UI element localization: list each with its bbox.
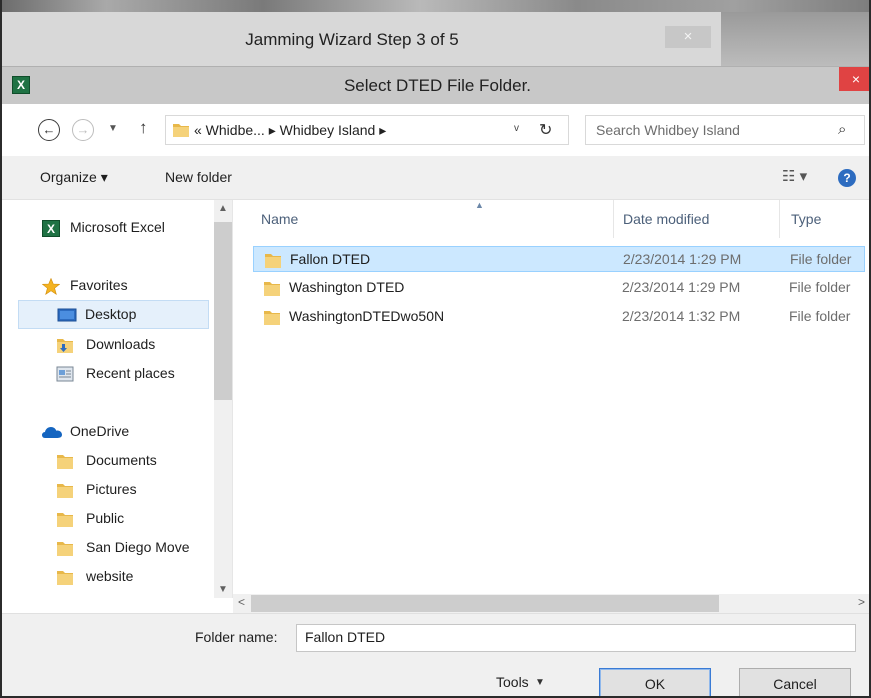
file-date: 2/23/2014 1:32 PM xyxy=(622,308,741,324)
navigation-pane: ▲ ▼ X Microsoft Excel Favorites Desktop … xyxy=(2,200,233,598)
wizard-title: Jamming Wizard Step 3 of 5 xyxy=(245,30,459,49)
nav-item-label: Desktop xyxy=(85,306,137,322)
nav-item-label: website xyxy=(86,568,134,584)
folder-name-label: Folder name: xyxy=(195,629,278,645)
nav-item-pictures[interactable]: Pictures xyxy=(2,476,214,505)
background-strip xyxy=(2,0,869,12)
tools-button[interactable]: Tools xyxy=(496,674,529,690)
folder-icon xyxy=(56,540,74,557)
nav-item-public[interactable]: Public xyxy=(2,505,214,534)
new-folder-button[interactable]: New folder xyxy=(165,169,232,185)
nav-scrollbar-thumb[interactable] xyxy=(214,222,232,400)
folder-icon xyxy=(263,309,281,326)
file-list: ▲ Name Date modified Type Fallon DTED 2/… xyxy=(233,200,869,580)
column-header-type[interactable]: Type xyxy=(791,211,821,227)
file-type: File folder xyxy=(789,308,851,324)
star-icon xyxy=(42,278,60,295)
downloads-icon xyxy=(56,337,74,354)
onedrive-icon xyxy=(42,424,62,441)
organize-button[interactable]: Organize ▾ xyxy=(40,169,108,186)
dialog-footer: Folder name: Fallon DTED Tools ▼ OK Canc… xyxy=(2,613,869,696)
nav-item-label: San Diego Move xyxy=(86,539,190,555)
file-name: Washington DTED xyxy=(289,279,405,295)
excel-icon: X xyxy=(12,76,30,94)
recent-locations-dropdown[interactable]: ▼ xyxy=(108,123,118,134)
dialog-close-button[interactable]: × xyxy=(839,67,869,91)
nav-item-onedrive[interactable]: OneDrive xyxy=(2,418,214,447)
dialog-window: Jamming Wizard Step 3 of 5 × Select DTED… xyxy=(0,0,871,698)
file-name: Fallon DTED xyxy=(290,251,371,267)
chevron-down-icon[interactable]: ▼ xyxy=(535,677,545,688)
help-icon[interactable]: ? xyxy=(838,169,856,187)
folder-icon xyxy=(263,280,281,297)
folder-icon xyxy=(264,252,282,269)
scroll-down-arrow[interactable]: ▼ xyxy=(218,584,228,595)
nav-item-san-diego-move[interactable]: San Diego Move xyxy=(2,534,214,563)
horizontal-scrollbar-thumb[interactable] xyxy=(251,595,719,612)
folder-name-input[interactable]: Fallon DTED xyxy=(296,624,856,652)
nav-item-desktop[interactable]: Desktop xyxy=(18,300,209,329)
nav-item-downloads[interactable]: Downloads xyxy=(2,331,214,360)
dialog-title-bar: Select DTED File Folder. X × xyxy=(2,66,869,104)
nav-item-label: Documents xyxy=(86,452,157,468)
column-divider[interactable] xyxy=(613,200,614,238)
nav-item-label: Downloads xyxy=(86,336,156,352)
nav-item-label: Microsoft Excel xyxy=(70,219,165,235)
recent-places-icon xyxy=(56,366,74,383)
file-row[interactable]: Washington DTED 2/23/2014 1:29 PM File f… xyxy=(253,275,865,301)
nav-item-website[interactable]: website xyxy=(2,563,214,592)
sort-ascending-icon: ▲ xyxy=(475,200,484,210)
column-divider[interactable] xyxy=(779,200,780,238)
file-date: 2/23/2014 1:29 PM xyxy=(622,279,741,295)
folder-icon xyxy=(56,569,74,586)
nav-item-recent-places[interactable]: Recent places xyxy=(2,360,214,389)
back-button[interactable]: ← xyxy=(38,119,60,141)
file-row[interactable]: WashingtonDTEDwo50N 2/23/2014 1:32 PM Fi… xyxy=(253,304,865,330)
wizard-close-button[interactable]: × xyxy=(665,26,711,48)
search-placeholder: Search Whidbey Island xyxy=(596,122,740,138)
search-input[interactable]: Search Whidbey Island ⌕ xyxy=(585,115,865,145)
address-row: ← → ▼ ↑ « Whidbe... ▸ Whidbey Island ▸ v… xyxy=(2,104,869,156)
file-name: WashingtonDTEDwo50N xyxy=(289,308,445,324)
nav-item-documents[interactable]: Documents xyxy=(2,447,214,476)
wizard-title-bar: Jamming Wizard Step 3 of 5 × xyxy=(2,0,869,66)
file-type: File folder xyxy=(789,279,851,295)
background-window xyxy=(721,12,869,66)
nav-item-microsoft-excel[interactable]: X Microsoft Excel xyxy=(2,214,214,243)
view-options-button[interactable]: ☷ ▾ xyxy=(782,167,807,185)
breadcrumb[interactable]: « Whidbe... ▸ Whidbey Island ▸ xyxy=(194,122,386,139)
scroll-up-arrow[interactable]: ▲ xyxy=(218,203,228,214)
nav-item-label: Public xyxy=(86,510,125,526)
nav-item-label: Recent places xyxy=(86,365,175,381)
toolbar: Organize ▾ New folder ☷ ▾ ? xyxy=(2,156,869,200)
scroll-left-arrow[interactable]: < xyxy=(238,595,245,609)
folder-icon xyxy=(172,122,190,138)
file-date: 2/23/2014 1:29 PM xyxy=(623,251,742,267)
forward-button[interactable]: → xyxy=(72,119,94,141)
folder-icon xyxy=(56,453,74,470)
nav-item-label: Favorites xyxy=(70,277,128,293)
ok-button[interactable]: OK xyxy=(599,668,711,696)
horizontal-scrollbar[interactable]: < > xyxy=(233,594,869,613)
nav-item-label: OneDrive xyxy=(70,423,130,439)
chevron-down-icon[interactable]: v xyxy=(514,123,519,134)
file-type: File folder xyxy=(790,251,852,267)
nav-item-label: Pictures xyxy=(86,481,137,497)
refresh-icon[interactable]: ↻ xyxy=(539,120,552,140)
desktop-icon xyxy=(57,307,77,324)
scroll-right-arrow[interactable]: > xyxy=(858,595,865,609)
folder-icon xyxy=(56,511,74,528)
folder-icon xyxy=(56,482,74,499)
up-button[interactable]: ↑ xyxy=(139,118,148,138)
search-icon[interactable]: ⌕ xyxy=(838,121,846,138)
nav-item-favorites[interactable]: Favorites xyxy=(2,272,214,301)
address-bar[interactable]: « Whidbe... ▸ Whidbey Island ▸ v ↻ xyxy=(165,115,569,145)
svg-text:X: X xyxy=(47,222,55,236)
dialog-title: Select DTED File Folder. xyxy=(343,76,532,95)
excel-icon: X xyxy=(42,220,60,237)
column-header-date-modified[interactable]: Date modified xyxy=(623,211,709,227)
column-header-name[interactable]: Name xyxy=(261,211,298,227)
file-row[interactable]: Fallon DTED 2/23/2014 1:29 PM File folde… xyxy=(253,246,865,272)
cancel-button[interactable]: Cancel xyxy=(739,668,851,696)
